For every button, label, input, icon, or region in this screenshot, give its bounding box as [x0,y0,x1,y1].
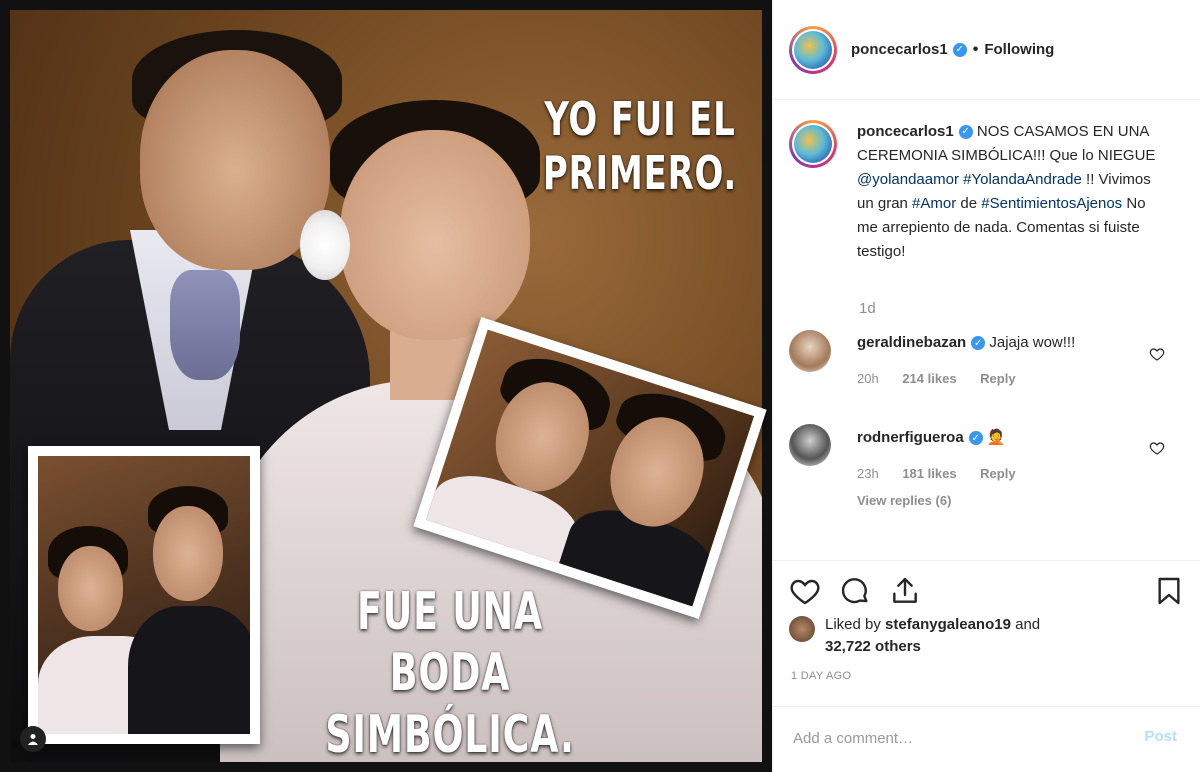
verified-icon: ✓ [958,125,973,140]
comment-time: 20h [857,371,879,386]
overlay-top-line2: PRIMERO. [542,146,738,201]
verified-icon: ✓ [952,42,967,57]
hashtag-link[interactable]: #YolandaAndrade [963,171,1082,188]
commenter-avatar[interactable] [789,330,831,372]
overlay-bottom-line2: SIMBÓLICA. [325,704,575,765]
overlay-text-bottom: FUE UNA BODA SIMBÓLICA. [298,582,602,766]
view-replies-button[interactable]: View replies (6) [857,493,1036,508]
post-image[interactable]: YO FUI EL PRIMERO. FUE UNA BODA SIMBÓLIC… [0,0,772,772]
overlay-text-top: YO FUI EL PRIMERO. [542,92,739,201]
comments-list[interactable]: poncecarlos1 ✓ NOS CASAMOS EN UNA CEREMON… [773,100,1200,560]
like-comment-icon[interactable] [1149,440,1165,456]
post-comment-button[interactable]: Post [1138,727,1183,746]
comment-time: 23h [857,466,879,481]
likes-count[interactable]: 32,722 others [825,638,921,655]
post-header: poncecarlos1 ✓ • Following [773,0,1200,100]
groom-tie [170,270,240,380]
overlay-bottom-line1: FUE UNA BODA [356,582,544,704]
comment-input[interactable] [791,723,1125,753]
author-username[interactable]: poncecarlos1 [851,41,948,58]
likes-prefix: Liked by [825,616,886,633]
header-separator: • [972,40,979,58]
caption: poncecarlos1 ✓ NOS CASAMOS EN UNA CEREMON… [789,120,1185,264]
comment-item: rodnerfigueroa ✓ 🤦 23h 181 likes Reply Vi… [789,424,1185,508]
add-comment-bar: Post [773,706,1200,772]
polaroid-left [28,446,260,744]
bookmark-icon[interactable] [1153,575,1185,607]
caption-time: 1d [859,300,876,317]
author-avatar[interactable] [789,25,837,74]
reply-button[interactable]: Reply [980,371,1015,386]
comment-text: 🤦 [986,429,1006,446]
hashtag-link[interactable]: #SentimientosAjenos [981,195,1122,212]
hair-flower [300,210,350,280]
comment-bubble-icon[interactable] [839,575,871,607]
commenter-avatar[interactable] [789,424,831,466]
comment-likes[interactable]: 214 likes [902,371,956,386]
comment-item: geraldinebazan ✓ Jajaja wow!!! 20h 214 li… [789,330,1185,386]
caption-username[interactable]: poncecarlos1 [857,123,954,140]
mention-link[interactable]: @yolandaamor [857,171,959,188]
liker-avatar[interactable] [789,616,815,642]
like-heart-icon[interactable] [789,575,821,607]
user-tags-icon[interactable] [20,726,46,752]
comment-text: Jajaja wow!!! [989,334,1076,351]
reply-button[interactable]: Reply [980,466,1015,481]
caption-text: poncecarlos1 ✓ NOS CASAMOS EN UNA CEREMON… [857,120,1157,264]
comment-likes[interactable]: 181 likes [902,466,956,481]
likes-summary: Liked by stefanygaleano19 and 32,722 oth… [789,614,1040,658]
caption-part3: de [956,195,982,212]
likes-middle: and [1010,616,1041,633]
liker-username[interactable]: stefanygaleano19 [885,616,1011,633]
verified-icon: ✓ [971,336,986,351]
commenter-username[interactable]: geraldinebazan [857,334,966,351]
like-comment-icon[interactable] [1149,346,1165,362]
verified-icon: ✓ [968,431,983,446]
hashtag-link[interactable]: #Amor [912,195,956,212]
action-bar [773,560,1200,621]
bride-face [340,130,530,340]
share-icon[interactable] [889,575,921,607]
commenter-username[interactable]: rodnerfigueroa [857,429,964,446]
overlay-top-line1: YO FUI EL [544,92,736,146]
post-date[interactable]: 1 DAY AGO [791,670,851,682]
caption-avatar[interactable] [789,120,837,168]
following-button[interactable]: Following [984,41,1054,58]
post-sidebar: poncecarlos1 ✓ • Following poncecarlos1 ✓… [772,0,1200,772]
